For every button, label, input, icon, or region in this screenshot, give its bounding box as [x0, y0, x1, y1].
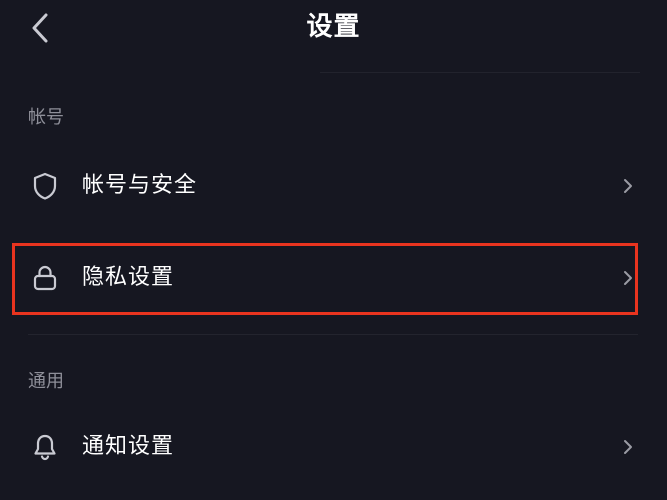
section-label-account: 帐号 — [28, 107, 64, 128]
settings-item-label: 帐号与安全 — [82, 173, 198, 198]
shield-icon — [33, 172, 57, 200]
section-label-general: 通用 — [28, 371, 64, 392]
section-divider — [28, 334, 638, 335]
top-bar: 设置 — [0, 0, 667, 60]
chevron-right-icon — [624, 179, 632, 193]
bell-icon — [34, 434, 56, 461]
chevron-right-icon — [624, 440, 632, 454]
settings-item-label: 通知设置 — [82, 434, 175, 459]
lock-icon — [33, 265, 57, 291]
page-title: 设置 — [306, 12, 361, 42]
settings-item-notifications[interactable]: 通知设置 — [14, 412, 638, 482]
top-divider — [320, 72, 640, 73]
chevron-right-icon — [624, 271, 632, 285]
settings-item-privacy[interactable]: 隐私设置 — [14, 243, 638, 313]
settings-item-label: 隐私设置 — [82, 265, 175, 290]
settings-item-account-security[interactable]: 帐号与安全 — [14, 151, 638, 221]
